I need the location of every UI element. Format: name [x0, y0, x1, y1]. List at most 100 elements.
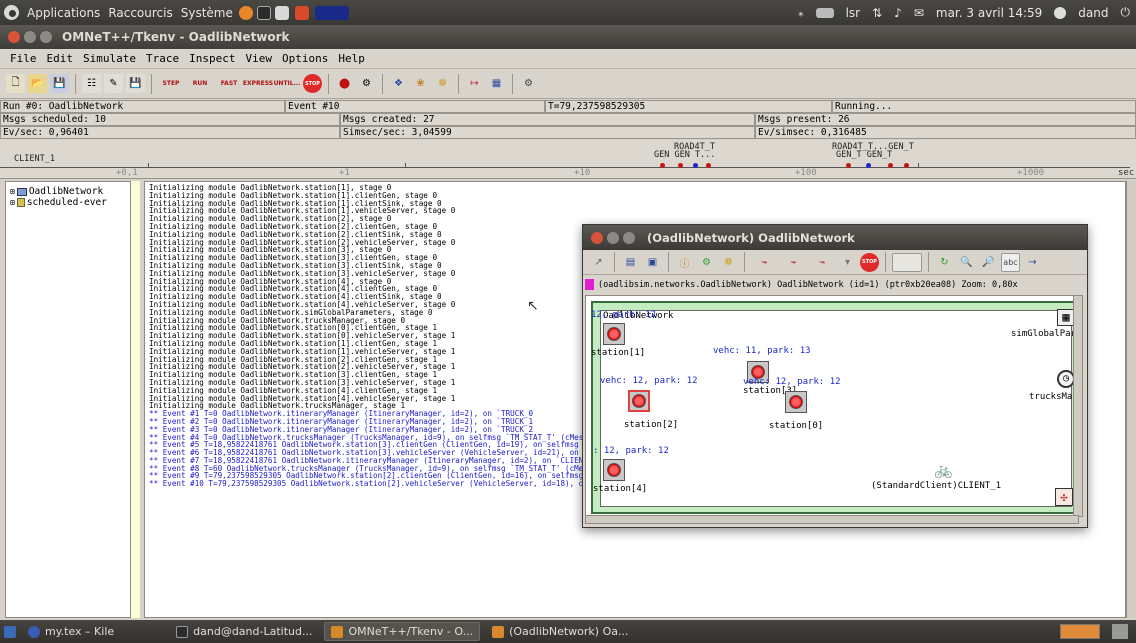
power-icon[interactable]: ⏻ — [1121, 5, 1131, 20]
timeline-msg-marker[interactable] — [678, 163, 683, 168]
module-output-icon[interactable]: ▣ — [643, 253, 662, 272]
maximize-icon[interactable] — [40, 31, 52, 43]
task-kile[interactable]: my.tex – Kile — [22, 622, 120, 641]
tree-toggle-icon[interactable]: ▦ — [487, 74, 506, 93]
object-tree[interactable]: ⊞ OadlibNetwork ⊞ scheduled-ever — [5, 181, 131, 618]
station-icon[interactable] — [785, 391, 807, 413]
menu-options[interactable]: Options — [282, 52, 328, 65]
menu-simulate[interactable]: Simulate — [83, 52, 136, 65]
step-module-button[interactable]: ↝ — [751, 253, 777, 272]
timeline-msg-marker[interactable] — [866, 163, 871, 168]
bluetooth-icon[interactable]: ⁎ — [798, 6, 804, 19]
keyboard-layout-label[interactable]: lsr — [846, 6, 861, 20]
menu-trace[interactable]: Trace — [146, 52, 179, 65]
step-button[interactable]: STEP — [158, 74, 184, 93]
close-icon[interactable] — [591, 231, 603, 244]
workspace-switcher[interactable] — [1060, 624, 1100, 639]
stop-button[interactable]: STOP — [303, 74, 322, 93]
terminal-icon[interactable] — [256, 5, 271, 20]
arrow-icon[interactable]: → — [1023, 253, 1042, 272]
close-icon[interactable] — [8, 31, 20, 43]
station-icon[interactable] — [603, 459, 625, 481]
station-icon[interactable] — [628, 390, 650, 412]
timeline-msg-label[interactable]: GEN_T GEN_T — [836, 150, 892, 160]
inspector-title-bar[interactable]: (OadlibNetwork) OadlibNetwork — [583, 225, 1087, 250]
applications-menu[interactable]: Applications — [27, 6, 100, 20]
mail-icon[interactable]: ✉ — [914, 6, 924, 20]
tree-item-scheduled-events[interactable]: ⊞ scheduled-ever — [6, 197, 130, 208]
expand-icon[interactable]: ⊞ — [10, 198, 15, 207]
find-objects-icon[interactable]: ⚙ — [357, 74, 376, 93]
until-button[interactable]: UNTIL... — [274, 74, 301, 93]
firefox-icon[interactable] — [238, 5, 253, 20]
maximize-icon[interactable] — [623, 231, 635, 244]
tree-item-network[interactable]: ⊞ OadlibNetwork — [6, 186, 130, 197]
options-icon[interactable]: ⚙ — [519, 74, 538, 93]
bicycle-icon[interactable]: 🚲 — [934, 461, 953, 479]
menu-help[interactable]: Help — [338, 52, 365, 65]
network-inspector-window[interactable]: (OadlibNetwork) OadlibNetwork ↗ ▤ ▣ ⓘ ⚙ … — [582, 224, 1088, 528]
stop-button[interactable]: STOP — [860, 252, 879, 272]
fast-module-button[interactable]: ↝ — [809, 253, 835, 272]
timeline[interactable]: CLIENT_1 +0,1 +1 +10 +100 +1000 sec ROAD… — [0, 140, 1136, 179]
timeline-msg-marker[interactable] — [904, 163, 909, 168]
new-network-icon[interactable]: 🗋 — [6, 74, 25, 93]
animation-speed-slider[interactable] — [892, 252, 922, 272]
run-button[interactable]: RUN — [187, 74, 213, 93]
task-terminal[interactable]: dand@dand-Latitud... — [170, 622, 318, 641]
object-info-icon[interactable]: ⓘ — [675, 253, 694, 272]
objects-icon[interactable]: ❁ — [433, 74, 452, 93]
inspector-vertical-scrollbar[interactable] — [1073, 295, 1083, 517]
params-icon[interactable]: ⚙ — [697, 253, 716, 272]
user-icon[interactable] — [1054, 6, 1067, 19]
clock[interactable]: mar. 3 avril 14:59 — [936, 6, 1042, 20]
task-inspector[interactable]: (OadlibNetwork) Oa... — [486, 622, 634, 641]
shortcuts-menu[interactable]: Raccourcis — [108, 6, 172, 20]
window-title-bar[interactable]: OMNeT++/Tkenv - OadlibNetwork — [0, 25, 1136, 49]
timeline-msg-label[interactable]: GEN GEN T... — [654, 150, 715, 160]
objects-icon[interactable]: ❁ — [719, 253, 738, 272]
menu-view[interactable]: View — [245, 52, 272, 65]
network-icon[interactable]: ⇅ — [872, 6, 882, 20]
timeline-msg-marker[interactable] — [888, 163, 893, 168]
record-icon[interactable]: ● — [335, 74, 354, 93]
network-canvas[interactable]: OadlibNetwork station[1] 12, park: 12 st… — [585, 295, 1079, 517]
inspector-horizontal-scrollbar[interactable] — [585, 515, 1079, 524]
load-ned-icon[interactable]: 📂 — [28, 74, 47, 93]
system-menu[interactable]: Système — [181, 6, 233, 20]
network-area[interactable]: OadlibNetwork station[1] 12, park: 12 st… — [591, 309, 1078, 507]
show-labels-icon[interactable]: abc — [1001, 252, 1020, 272]
text-editor-icon[interactable] — [274, 5, 289, 20]
save-icon[interactable]: 💾 — [50, 74, 69, 93]
timeline-current-msg[interactable]: CLIENT_1 — [14, 154, 55, 164]
save-log-icon[interactable]: 💾 — [126, 74, 145, 93]
fast-button[interactable]: FAST — [216, 74, 242, 93]
event-queue-icon[interactable]: ❀ — [411, 74, 430, 93]
copy-icon[interactable]: ▤ — [621, 253, 640, 272]
expand-icon[interactable]: ⊞ — [10, 187, 15, 196]
menu-inspect[interactable]: Inspect — [189, 52, 235, 65]
menu-file[interactable]: File — [10, 52, 37, 65]
power-app-icon[interactable] — [294, 5, 309, 20]
volume-icon[interactable]: ♪ — [894, 6, 902, 20]
minimize-icon[interactable] — [607, 231, 619, 244]
copy-icon[interactable]: ☷ — [82, 74, 101, 93]
ubuntu-logo-icon[interactable] — [4, 5, 19, 20]
user-name[interactable]: dand — [1078, 6, 1108, 20]
task-omnet[interactable]: OMNeT++/Tkenv - O... — [324, 622, 481, 641]
show-desktop-icon[interactable] — [4, 625, 16, 638]
find-icon[interactable]: ✎ — [104, 74, 123, 93]
zoom-out-icon[interactable]: 🔎 — [979, 253, 998, 272]
trash-icon[interactable] — [1112, 624, 1128, 639]
tree-splitter[interactable] — [131, 181, 140, 618]
minimize-icon[interactable] — [24, 31, 36, 43]
timeline-toggle-icon[interactable]: ↦ — [465, 74, 484, 93]
menu-edit[interactable]: Edit — [47, 52, 74, 65]
express-button[interactable]: EXPRESS — [243, 74, 273, 93]
timeline-msg-marker[interactable] — [660, 163, 665, 168]
keyboard-icon[interactable] — [815, 7, 834, 18]
station-icon[interactable] — [603, 323, 625, 345]
relayout-icon[interactable]: ↻ — [935, 253, 954, 272]
route-icon[interactable]: ✣ — [1055, 488, 1073, 506]
network-inspector-icon[interactable]: ❖ — [389, 74, 408, 93]
